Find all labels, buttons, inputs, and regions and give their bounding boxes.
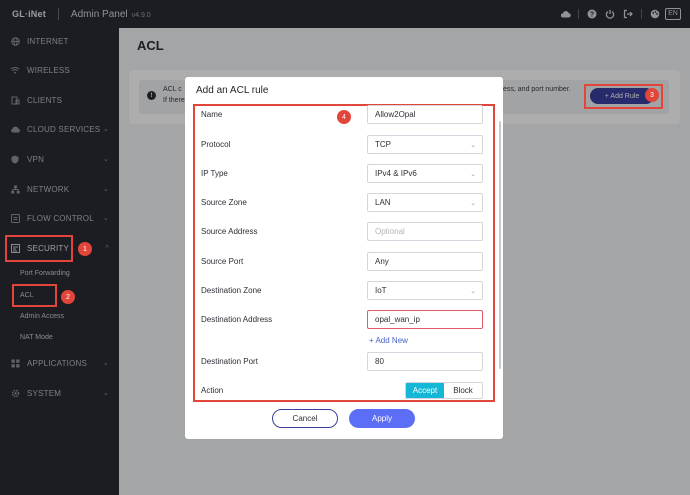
- destination-zone-value: IoT: [375, 286, 387, 295]
- chevron-down-icon: ⌄: [470, 170, 476, 178]
- annotation-badge: 1: [78, 242, 92, 256]
- name-label: Name: [201, 110, 223, 119]
- source-address-input[interactable]: Optional: [367, 222, 483, 241]
- source-zone-select[interactable]: LAN ⌄: [367, 193, 483, 212]
- chevron-down-icon: ⌄: [470, 141, 476, 149]
- source-port-input[interactable]: Any: [367, 252, 483, 271]
- destination-zone-select[interactable]: IoT ⌄: [367, 281, 483, 300]
- name-input[interactable]: Allow2Opal: [367, 105, 483, 124]
- source-port-label: Source Port: [201, 257, 244, 266]
- annotation-badge: 2: [61, 290, 75, 304]
- destination-port-input[interactable]: 80: [367, 352, 483, 371]
- apply-button[interactable]: Apply: [349, 409, 415, 428]
- highlight-box: [5, 235, 73, 262]
- ip-type-select[interactable]: IPv4 & IPv6 ⌄: [367, 164, 483, 183]
- ip-type-value: IPv4 & IPv6: [375, 169, 417, 178]
- highlight-box: [12, 284, 57, 307]
- action-label: Action: [201, 386, 224, 395]
- scrollbar[interactable]: [499, 121, 501, 369]
- dialog-title: Add an ACL rule: [196, 85, 269, 96]
- add-new-link[interactable]: + Add New: [369, 336, 408, 345]
- cancel-button[interactable]: Cancel: [272, 409, 338, 428]
- annotation-badge: 3: [645, 88, 659, 102]
- source-zone-value: LAN: [375, 198, 391, 207]
- destination-zone-label: Destination Zone: [201, 286, 262, 295]
- annotation-badge: 4: [337, 110, 351, 124]
- protocol-value: TCP: [375, 140, 391, 149]
- chevron-down-icon: ⌄: [470, 287, 476, 295]
- protocol-label: Protocol: [201, 140, 231, 149]
- action-toggle: Accept Block: [405, 382, 483, 399]
- add-acl-rule-dialog: Add an ACL rule 4 Name Allow2Opal Protoc…: [185, 77, 503, 439]
- protocol-select[interactable]: TCP ⌄: [367, 135, 483, 154]
- block-option[interactable]: Block: [444, 383, 482, 398]
- destination-address-input[interactable]: opal_wan_ip: [367, 310, 483, 329]
- chevron-down-icon: ⌄: [470, 199, 476, 207]
- source-zone-label: Source Zone: [201, 198, 247, 207]
- accept-option[interactable]: Accept: [406, 383, 444, 398]
- source-address-label: Source Address: [201, 227, 258, 236]
- ip-type-label: IP Type: [201, 169, 228, 178]
- destination-port-label: Destination Port: [201, 357, 258, 366]
- destination-address-label: Destination Address: [201, 315, 273, 324]
